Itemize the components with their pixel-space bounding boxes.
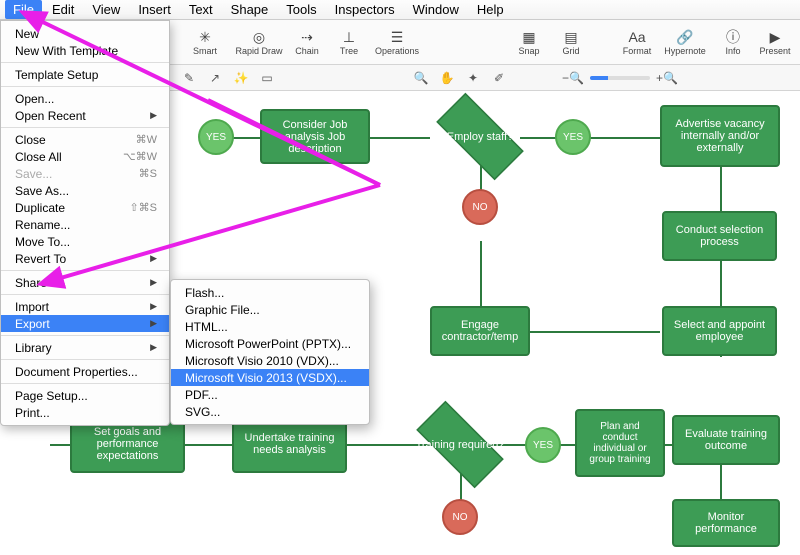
zoom-out-icon[interactable]: −🔍 <box>564 69 582 87</box>
toolbar-tree[interactable]: ⊥Tree <box>330 23 368 61</box>
export-submenu-item[interactable]: Flash... <box>171 284 369 301</box>
export-submenu-item[interactable]: HTML... <box>171 318 369 335</box>
file-menu-item[interactable]: New <box>1 25 169 42</box>
file-menu-item[interactable]: Revert To▶ <box>1 250 169 267</box>
flow-training-required[interactable]: Training required? <box>405 417 515 472</box>
file-menu-item[interactable]: Template Setup <box>1 66 169 83</box>
present-icon: ▶ <box>765 28 785 46</box>
tree-icon: ⊥ <box>339 28 359 46</box>
menu-edit[interactable]: Edit <box>44 0 82 19</box>
flow-monitor[interactable]: Monitor performance <box>672 499 780 547</box>
smart-icon: ✳ <box>195 28 215 46</box>
file-menu-dropdown: NewNew With Template Template Setup Open..… <box>0 20 170 426</box>
flow-edge <box>480 241 482 311</box>
export-submenu: Flash...Graphic File...HTML...Microsoft … <box>170 279 370 425</box>
file-menu-item[interactable]: Duplicate⇧⌘S <box>1 199 169 216</box>
file-menu-item[interactable]: New With Template <box>1 42 169 59</box>
flow-yes-1[interactable]: YES <box>198 119 234 155</box>
export-submenu-item[interactable]: Microsoft Visio 2013 (VSDX)... <box>171 369 369 386</box>
flow-plan[interactable]: Plan and conduct individual or group tra… <box>575 409 665 477</box>
hand-icon[interactable]: ✋ <box>438 69 456 87</box>
flow-consider[interactable]: Consider Job analysis Job description <box>260 109 370 164</box>
file-menu-item[interactable]: Rename... <box>1 216 169 233</box>
file-menu-item[interactable]: Page Setup... <box>1 387 169 404</box>
menu-text[interactable]: Text <box>181 0 221 19</box>
file-menu-item[interactable]: Open... <box>1 90 169 107</box>
export-submenu-item[interactable]: Microsoft Visio 2010 (VDX)... <box>171 352 369 369</box>
toolbar-info[interactable]: ⓘInfo <box>714 23 752 61</box>
toolbar-present[interactable]: ▶Present <box>756 23 794 61</box>
file-menu-item[interactable]: Export▶ <box>1 315 169 332</box>
export-submenu-item[interactable]: Graphic File... <box>171 301 369 318</box>
grid-icon: ▤ <box>561 28 581 46</box>
info-icon: ⓘ <box>723 28 743 46</box>
export-submenu-item[interactable]: PDF... <box>171 386 369 403</box>
toolbar-format[interactable]: AaFormat <box>618 23 656 61</box>
menu-insert[interactable]: Insert <box>130 0 179 19</box>
file-menu-item[interactable]: Document Properties... <box>1 363 169 380</box>
file-menu-item[interactable]: Move To... <box>1 233 169 250</box>
flow-yes-2[interactable]: YES <box>555 119 591 155</box>
toolbar-operations[interactable]: ☰Operations <box>372 23 422 61</box>
file-menu-item[interactable]: Save As... <box>1 182 169 199</box>
menu-view[interactable]: View <box>84 0 128 19</box>
flow-selection[interactable]: Conduct selection process <box>662 211 777 261</box>
file-menu-item[interactable]: Import▶ <box>1 298 169 315</box>
file-menu-item[interactable]: Save...⌘S <box>1 165 169 182</box>
zoom-fit-icon[interactable]: 🔍 <box>412 69 430 87</box>
flow-edge <box>520 331 660 333</box>
file-menu-item[interactable]: Close All⌥⌘W <box>1 148 169 165</box>
wand2-icon[interactable]: ✦ <box>464 69 482 87</box>
menu-help[interactable]: Help <box>469 0 512 19</box>
export-submenu-item[interactable]: SVG... <box>171 403 369 420</box>
pencil-icon[interactable]: ✎ <box>180 69 198 87</box>
flow-employ[interactable]: Employ staff? <box>425 109 535 164</box>
file-menu-item[interactable]: Library▶ <box>1 339 169 356</box>
flow-appoint[interactable]: Select and appoint employee <box>662 306 777 356</box>
file-menu-item[interactable]: Print... <box>1 404 169 421</box>
export-submenu-item[interactable]: Microsoft PowerPoint (PPTX)... <box>171 335 369 352</box>
hypernote-icon: 🔗 <box>675 28 695 46</box>
flow-no-1[interactable]: NO <box>462 189 498 225</box>
menu-inspectors[interactable]: Inspectors <box>327 0 403 19</box>
menubar: File Edit View Insert Text Shape Tools I… <box>0 0 800 20</box>
wand-icon[interactable]: ✨ <box>232 69 250 87</box>
flow-yes-3[interactable]: YES <box>525 427 561 463</box>
toolbar-grid[interactable]: ▤Grid <box>552 23 590 61</box>
toolbar-rapiddraw[interactable]: ◎Rapid Draw <box>234 23 284 61</box>
menu-window[interactable]: Window <box>405 0 467 19</box>
file-menu-item[interactable]: Open Recent▶ <box>1 107 169 124</box>
menu-shape[interactable]: Shape <box>223 0 277 19</box>
flow-no-2[interactable]: NO <box>442 499 478 535</box>
chain-icon: ⇢ <box>297 28 317 46</box>
format-icon: Aa <box>627 28 647 46</box>
toolbar-hypernote[interactable]: 🔗Hypernote <box>660 23 710 61</box>
rapiddraw-icon: ◎ <box>249 28 269 46</box>
operations-icon: ☰ <box>387 28 407 46</box>
flow-eval[interactable]: Evaluate training outcome <box>672 415 780 465</box>
snap-icon: ▦ <box>519 28 539 46</box>
menu-file[interactable]: File <box>5 0 42 19</box>
toolbar-smart[interactable]: ✳Smart <box>180 23 230 61</box>
zoom-in-icon[interactable]: +🔍 <box>658 69 676 87</box>
flow-advertise[interactable]: Advertise vacancy internally and/or exte… <box>660 105 780 167</box>
rect-icon[interactable]: ▭ <box>258 69 276 87</box>
toolbar-chain[interactable]: ⇢Chain <box>288 23 326 61</box>
file-menu-item[interactable]: Share▶ <box>1 274 169 291</box>
flow-engage[interactable]: Engage contractor/temp <box>430 306 530 356</box>
toolbar-snap[interactable]: ▦Snap <box>510 23 548 61</box>
connector-icon[interactable]: ↗ <box>206 69 224 87</box>
file-menu-item[interactable]: Close⌘W <box>1 131 169 148</box>
eyedropper-icon[interactable]: ✐ <box>490 69 508 87</box>
zoom-slider[interactable] <box>590 76 650 80</box>
menu-tools[interactable]: Tools <box>278 0 324 19</box>
